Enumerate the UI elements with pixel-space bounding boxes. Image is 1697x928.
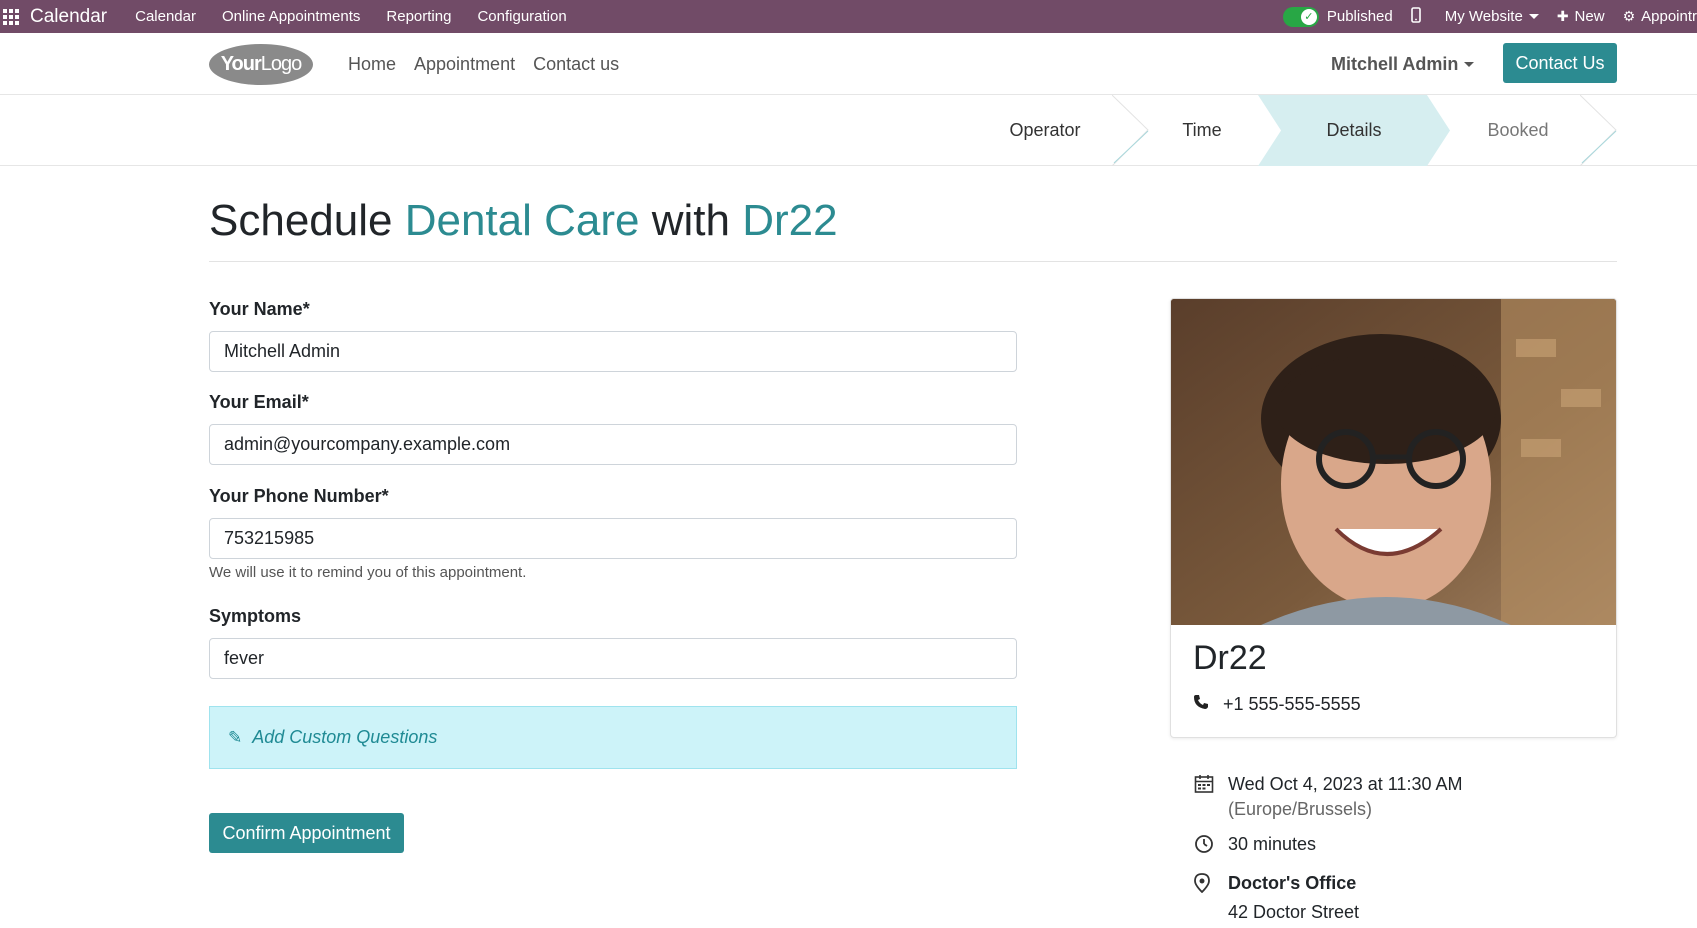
appointment-date: Wed Oct 4, 2023 at 11:30 AM	[1228, 774, 1463, 794]
phone-label: Your Phone Number*	[209, 486, 389, 506]
name-label: Your Name*	[209, 299, 310, 319]
app-brand[interactable]: Calendar	[30, 6, 107, 28]
phone-icon	[1193, 694, 1223, 715]
plus-icon: ✚	[1556, 8, 1569, 24]
step-separator-icon	[1580, 95, 1617, 166]
step-details[interactable]: Details	[1258, 95, 1450, 166]
step-separator-icon	[1112, 95, 1149, 166]
step-time[interactable]: Time	[1152, 95, 1252, 166]
appointment-duration: 30 minutes	[1194, 834, 1316, 859]
clock-icon	[1194, 834, 1228, 859]
appointment-settings-label: Appointr	[1641, 8, 1697, 25]
menu-online-appointments[interactable]: Online Appointments	[222, 8, 360, 25]
email-input[interactable]	[209, 424, 1017, 465]
phone-help-text: We will use it to remind you of this app…	[209, 564, 527, 581]
nav-appointment[interactable]: Appointment	[414, 54, 515, 75]
duration-value: 30 minutes	[1228, 834, 1317, 854]
booking-steps: Operator Time Details Booked	[0, 95, 1697, 166]
pencil-icon: ✎	[228, 727, 243, 747]
symptoms-input[interactable]	[209, 638, 1017, 679]
mobile-icon	[1410, 7, 1421, 26]
chevron-down-icon	[1464, 61, 1475, 67]
new-button[interactable]: ✚ New	[1557, 8, 1605, 25]
step-booked[interactable]: Booked	[1466, 95, 1570, 166]
main-nav: Home Appointment Contact us	[348, 33, 619, 95]
confirm-appointment-button[interactable]: Confirm Appointment	[209, 813, 404, 853]
title-staff: Dr22	[742, 196, 838, 245]
page-title: Schedule Dental Care with Dr22	[209, 196, 838, 246]
logo-text-bold: Your	[220, 53, 262, 75]
company-logo[interactable]: Your Logo	[209, 44, 313, 85]
title-service: Dental Care	[404, 196, 640, 245]
step-operator[interactable]: Operator	[990, 95, 1100, 166]
check-icon: ✓	[1300, 8, 1317, 25]
phone-input[interactable]	[209, 518, 1017, 559]
user-menu[interactable]: Mitchell Admin	[1331, 33, 1475, 95]
appointment-datetime: Wed Oct 4, 2023 at 11:30 AM (Europe/Brus…	[1194, 774, 1462, 820]
appointment-location: Doctor's Office 42 Doctor Street	[1194, 873, 1359, 923]
toggle-switch[interactable]: ✓	[1282, 6, 1319, 27]
nav-home[interactable]: Home	[348, 54, 396, 75]
apps-menu-icon[interactable]	[0, 0, 22, 33]
location-address: 42 Doctor Street	[1228, 902, 1360, 922]
menu-configuration[interactable]: Configuration	[477, 8, 566, 25]
add-custom-questions-label: Add Custom Questions	[252, 727, 438, 747]
website-switcher[interactable]: My Website	[1445, 8, 1539, 25]
location-name: Doctor's Office	[1228, 873, 1357, 893]
step-booked-label: Booked	[1487, 120, 1549, 140]
staff-phone: +1 555-555-5555	[1193, 694, 1361, 715]
step-operator-label: Operator	[1009, 120, 1081, 140]
contact-us-button[interactable]: Contact Us	[1503, 43, 1617, 83]
nav-contact-us[interactable]: Contact us	[533, 54, 619, 75]
calendar-icon	[1194, 774, 1228, 799]
mobile-preview-button[interactable]	[1410, 7, 1427, 26]
published-label: Published	[1326, 8, 1393, 25]
logo-text-thin: Logo	[260, 53, 302, 75]
menu-reporting[interactable]: Reporting	[386, 8, 451, 25]
admin-topbar: Calendar Calendar Online Appointments Re…	[0, 0, 1697, 33]
staff-card: Dr22 +1 555-555-5555	[1170, 298, 1617, 738]
published-toggle[interactable]: ✓ Published	[1282, 6, 1393, 27]
map-pin-icon	[1194, 873, 1228, 898]
new-label: New	[1574, 8, 1605, 25]
email-label: Your Email*	[209, 392, 309, 412]
menu-calendar[interactable]: Calendar	[135, 8, 196, 25]
symptoms-label: Symptoms	[209, 606, 302, 626]
staff-phone-number: +1 555-555-5555	[1223, 694, 1361, 714]
step-time-label: Time	[1182, 120, 1222, 140]
staff-name: Dr22	[1193, 639, 1267, 677]
step-details-label: Details	[1326, 120, 1382, 140]
chevron-down-icon	[1528, 14, 1539, 19]
appointment-settings-button[interactable]: ⚙ Appointr	[1623, 8, 1697, 25]
title-prefix: Schedule	[209, 196, 405, 245]
title-middle: with	[639, 196, 743, 245]
staff-photo	[1171, 299, 1616, 625]
title-divider	[209, 261, 1617, 262]
website-label: My Website	[1444, 8, 1523, 25]
add-custom-questions-link[interactable]: ✎ Add Custom Questions	[209, 706, 1017, 769]
website-header: Your Logo Home Appointment Contact us Mit…	[0, 33, 1697, 95]
user-name: Mitchell Admin	[1331, 53, 1459, 74]
gear-icon: ⚙	[1622, 8, 1636, 24]
appointment-timezone: (Europe/Brussels)	[1228, 799, 1373, 819]
name-input[interactable]	[209, 331, 1017, 372]
